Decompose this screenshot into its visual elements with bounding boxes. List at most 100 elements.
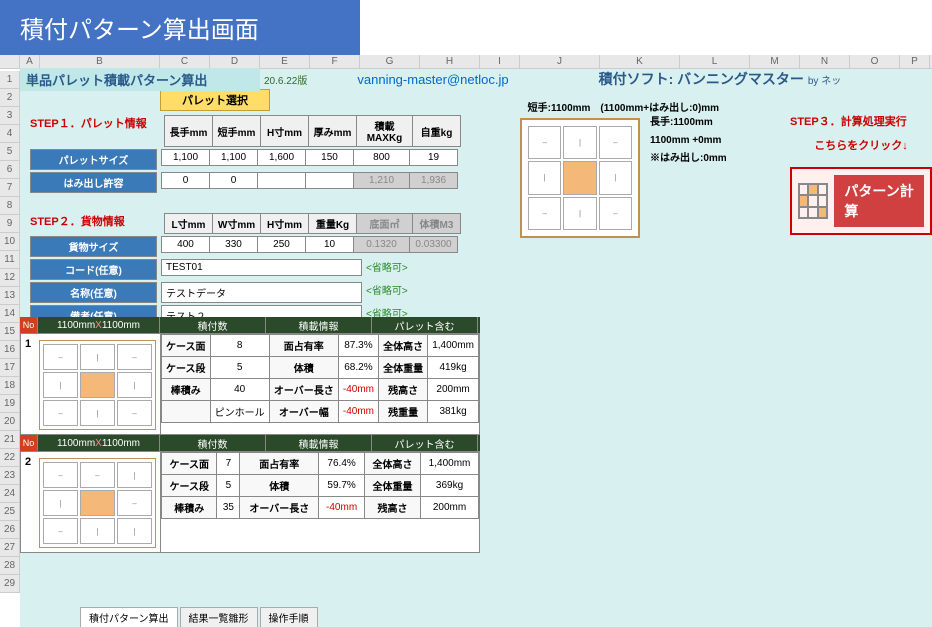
row-5[interactable]: 5 bbox=[0, 143, 20, 161]
cargo-kg[interactable]: 10 bbox=[306, 237, 354, 253]
row-16[interactable]: 16 bbox=[0, 341, 20, 359]
col-N[interactable]: N bbox=[800, 55, 850, 68]
row-17[interactable]: 17 bbox=[0, 359, 20, 377]
step1-cell-0-3[interactable]: 150 bbox=[306, 150, 354, 166]
step1-cell-0-0[interactable]: 1,100 bbox=[162, 150, 210, 166]
row-22[interactable]: 22 bbox=[0, 449, 20, 467]
col-B[interactable]: B bbox=[40, 55, 160, 68]
result-cell: 残重量 bbox=[379, 401, 428, 423]
row-18[interactable]: 18 bbox=[0, 377, 20, 395]
row-29[interactable]: 29 bbox=[0, 575, 20, 593]
result-col1: 積付数 bbox=[160, 317, 266, 333]
step1-cell-1-1[interactable]: 0 bbox=[210, 173, 258, 189]
info-long: 長手:1100mm bbox=[650, 114, 727, 132]
result-cell: 体積 bbox=[269, 357, 338, 379]
row-1[interactable]: 1 bbox=[0, 71, 20, 89]
row-15[interactable]: 15 bbox=[0, 323, 20, 341]
row-23[interactable]: 23 bbox=[0, 467, 20, 485]
step1-cell-1-2[interactable] bbox=[258, 173, 306, 189]
col-J[interactable]: J bbox=[520, 55, 600, 68]
result-cell bbox=[162, 401, 211, 423]
step1-cell-1-3[interactable] bbox=[306, 173, 354, 189]
row-28[interactable]: 28 bbox=[0, 557, 20, 575]
row-6[interactable]: 6 bbox=[0, 161, 20, 179]
row-9[interactable]: 9 bbox=[0, 215, 20, 233]
result-col2: 積載情報 bbox=[266, 435, 372, 451]
result-cell: 1,400mm bbox=[428, 335, 479, 357]
row-8[interactable]: 8 bbox=[0, 197, 20, 215]
cargo-H[interactable]: 250 bbox=[258, 237, 306, 253]
row-24[interactable]: 24 bbox=[0, 485, 20, 503]
preview-section: 短手:1100mm (1100mm+はみ出し:0)mm –|– || –|– 長… bbox=[520, 99, 727, 238]
step2-info-val-1[interactable]: テストデータ bbox=[162, 283, 362, 303]
result-cell: ケース面 bbox=[162, 453, 217, 475]
cargo-L[interactable]: 400 bbox=[162, 237, 210, 253]
row-7[interactable]: 7 bbox=[0, 179, 20, 197]
step2-info-val-0[interactable]: TEST01 bbox=[162, 260, 362, 276]
sheet-tab-0[interactable]: 積付パターン算出 bbox=[80, 607, 178, 627]
row-26[interactable]: 26 bbox=[0, 521, 20, 539]
row-3[interactable]: 3 bbox=[0, 107, 20, 125]
result-col1: 積付数 bbox=[160, 435, 266, 451]
result-cell: 全体高さ bbox=[365, 453, 421, 475]
sheet-tabs: 積付パターン算出結果一覧雛形操作手順 bbox=[80, 607, 320, 627]
step1-cell-1-0[interactable]: 0 bbox=[162, 173, 210, 189]
col-F[interactable]: F bbox=[310, 55, 360, 68]
row-20[interactable]: 20 bbox=[0, 413, 20, 431]
result-cell: 全体高さ bbox=[379, 335, 428, 357]
row-27[interactable]: 27 bbox=[0, 539, 20, 557]
cargo-W[interactable]: 330 bbox=[210, 237, 258, 253]
row-2[interactable]: 2 bbox=[0, 89, 20, 107]
email-link[interactable]: vanning-master@netloc.jp bbox=[357, 72, 508, 87]
col-D[interactable]: D bbox=[210, 55, 260, 68]
step1-section: STEP１．パレット情報 長手mm 短手mm H寸mm 厚みmm 積載MAXKg… bbox=[30, 113, 461, 193]
row-13[interactable]: 13 bbox=[0, 287, 20, 305]
result-cell: 5 bbox=[217, 475, 240, 497]
col-L[interactable]: L bbox=[680, 55, 750, 68]
result-cell: 面占有率 bbox=[269, 335, 338, 357]
calculate-button[interactable]: パターン計算 bbox=[790, 167, 932, 235]
step2-title: STEP２．貨物情報 bbox=[30, 213, 160, 229]
result-cell: ピンホール bbox=[210, 401, 269, 423]
step2-section: STEP２．貨物情報 L寸mm W寸mm H寸mm 重量Kg 底面㎡ 体積M3 … bbox=[30, 211, 461, 326]
col-A[interactable]: A bbox=[20, 55, 40, 68]
pallet-select-button[interactable]: パレット選択 bbox=[160, 89, 270, 111]
row-25[interactable]: 25 bbox=[0, 503, 20, 521]
col-h: H寸mm bbox=[261, 116, 309, 147]
col-O[interactable]: O bbox=[850, 55, 900, 68]
col-L: L寸mm bbox=[165, 214, 213, 234]
col-G[interactable]: G bbox=[360, 55, 420, 68]
row-4[interactable]: 4 bbox=[0, 125, 20, 143]
col-I[interactable]: I bbox=[480, 55, 520, 68]
col-P[interactable]: P bbox=[900, 55, 930, 68]
row-11[interactable]: 11 bbox=[0, 251, 20, 269]
row-19[interactable]: 19 bbox=[0, 395, 20, 413]
pattern-icon bbox=[798, 183, 828, 219]
cargo-size-label: 貨物サイズ bbox=[31, 237, 157, 257]
sheet-tab-1[interactable]: 結果一覧雛形 bbox=[180, 607, 258, 627]
step1-cell-0-4[interactable]: 800 bbox=[354, 150, 410, 166]
col-maxkg: 積載MAXKg bbox=[357, 116, 413, 147]
step1-cell-0-5[interactable]: 19 bbox=[410, 150, 458, 166]
result-preview-1: 2 ––||––|| bbox=[21, 452, 161, 552]
step1-cell-0-1[interactable]: 1,100 bbox=[210, 150, 258, 166]
row-12[interactable]: 12 bbox=[0, 269, 20, 287]
col-M[interactable]: M bbox=[750, 55, 800, 68]
step1-row-label-1: はみ出し許容 bbox=[31, 173, 157, 193]
col-K[interactable]: K bbox=[600, 55, 680, 68]
row-14[interactable]: 14 bbox=[0, 305, 20, 323]
result-no-badge: No bbox=[20, 317, 38, 333]
row-21[interactable]: 21 bbox=[0, 431, 20, 449]
step2-info-note-1: <省略可> bbox=[366, 282, 408, 297]
sheet-tab-2[interactable]: 操作手順 bbox=[260, 607, 318, 627]
result-cell: 419kg bbox=[428, 357, 479, 379]
row-10[interactable]: 10 bbox=[0, 233, 20, 251]
result-cell: ケース段 bbox=[162, 357, 211, 379]
col-H[interactable]: H bbox=[420, 55, 480, 68]
step1-cell-0-2[interactable]: 1,600 bbox=[258, 150, 306, 166]
result-cell: 残高さ bbox=[379, 379, 428, 401]
col-E[interactable]: E bbox=[260, 55, 310, 68]
col-long: 長手mm bbox=[165, 116, 213, 147]
col-C[interactable]: C bbox=[160, 55, 210, 68]
result-cell: -40mm bbox=[338, 379, 378, 401]
